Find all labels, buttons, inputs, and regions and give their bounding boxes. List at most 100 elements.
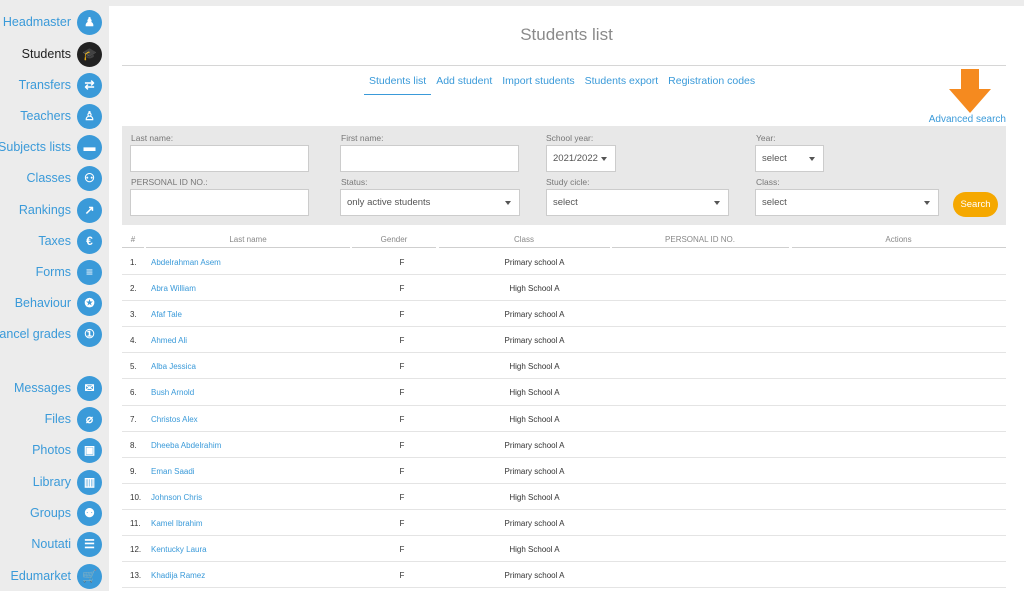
chevron-down-icon: [714, 201, 720, 205]
school-year-label: School year:: [546, 133, 594, 143]
study-cicle-label: Study cicle:: [546, 177, 590, 187]
sidebar-item-behaviour[interactable]: Behaviour ✪: [15, 289, 102, 317]
sidebar-item-photos[interactable]: Photos ▣: [32, 436, 102, 464]
first-name-label: First name:: [341, 133, 384, 143]
gender-cell: F: [399, 284, 405, 294]
class-cell: Primary school A: [504, 571, 565, 581]
sidebar-item-library[interactable]: Library ▥: [33, 468, 102, 496]
sidebar-item-noutati[interactable]: Noutati ☰: [31, 530, 102, 558]
sidebar-item-files[interactable]: Files ⌀: [45, 405, 102, 433]
student-name-link[interactable]: Dheeba Abdelrahim: [151, 441, 221, 450]
personal-id-label: PERSONAL ID NO.:: [131, 177, 208, 187]
student-name-link[interactable]: Johnson Chris: [151, 493, 202, 502]
last-name-input[interactable]: [130, 145, 309, 172]
sidebar-item-cancel-grades[interactable]: Cancel grades ①: [0, 320, 102, 348]
student-name-link[interactable]: Ahmed Ali: [151, 336, 187, 345]
sidebar-item-forms[interactable]: Forms ≡: [36, 258, 102, 286]
group-icon: ⚇: [77, 165, 102, 191]
sidebar-item-classes[interactable]: Classes ⚇: [27, 164, 102, 192]
sidebar-item-teachers[interactable]: Teachers ♙: [20, 102, 102, 130]
status-select[interactable]: only active students: [340, 189, 520, 216]
sidebar-item-rankings[interactable]: Rankings ↗: [19, 196, 102, 224]
teacher-icon: ♙: [77, 103, 102, 129]
row-number: 5.: [130, 362, 137, 372]
tab-import-students[interactable]: Import students: [497, 75, 579, 95]
student-name-link[interactable]: Kentucky Laura: [151, 545, 207, 554]
class-select[interactable]: select: [755, 189, 939, 216]
table-row: 5. Alba Jessica F High School A: [122, 353, 1006, 380]
row-number: 7.: [130, 414, 137, 424]
student-name-link[interactable]: Afaf Tale: [151, 310, 182, 319]
row-number: 1.: [130, 258, 137, 267]
checklist-icon: ≡: [77, 259, 102, 285]
sidebar-item-label: Rankings: [18, 203, 71, 217]
personal-id-input[interactable]: [130, 189, 309, 216]
sidebar-item-label: Subjects lists: [0, 140, 71, 154]
year-label: Year:: [756, 133, 776, 143]
first-name-input[interactable]: [340, 145, 519, 172]
class-cell: High School A: [509, 414, 560, 424]
sidebar-item-edumarket[interactable]: Edumarket 🛒: [11, 562, 102, 590]
student-name-link[interactable]: Abdelrahman Asem: [151, 258, 221, 267]
sidebar-item-label: Transfers: [18, 78, 71, 92]
tab-registration-codes[interactable]: Registration codes: [663, 75, 760, 95]
class-cell: Primary school A: [504, 258, 565, 267]
sidebar-item-label: Headmaster: [2, 15, 71, 29]
school-year-select[interactable]: 2021/2022: [546, 145, 616, 172]
class-cell: Primary school A: [504, 310, 565, 320]
class-label: Class:: [756, 177, 780, 187]
sidebar-item-label: Students: [21, 47, 71, 61]
sidebar-item-transfers[interactable]: Transfers ⇄: [19, 71, 102, 99]
tab-students-export[interactable]: Students export: [580, 75, 664, 95]
col-header-personal-id[interactable]: PERSONAL ID NO.: [611, 235, 789, 244]
class-cell: High School A: [509, 545, 560, 555]
sidebar-item-headmaster[interactable]: Headmaster ♟: [3, 8, 102, 36]
student-name-link[interactable]: Bush Arnold: [151, 388, 194, 397]
chevron-down-icon: [924, 201, 930, 205]
advanced-search-link[interactable]: Advanced search: [929, 114, 1006, 125]
sidebar-item-messages[interactable]: Messages ✉: [14, 374, 102, 402]
student-name-link[interactable]: Abra William: [151, 284, 196, 293]
student-name-link[interactable]: Christos Alex: [151, 415, 198, 424]
student-name-link[interactable]: Alba Jessica: [151, 362, 196, 371]
col-header-gender[interactable]: Gender: [351, 235, 437, 244]
gender-cell: F: [399, 362, 405, 372]
row-number: 2.: [130, 284, 137, 294]
table-row: 9. Eman Saadi F Primary school A: [122, 458, 1006, 484]
year-select[interactable]: select: [755, 145, 824, 172]
study-cicle-select[interactable]: select: [546, 189, 729, 216]
sidebar-item-subjects-lists[interactable]: Subjects lists ▬: [0, 133, 102, 161]
gender-cell: F: [399, 414, 405, 424]
col-header-last-name[interactable]: Last name: [145, 235, 351, 244]
sidebar-item-groups[interactable]: Groups ⚉: [30, 499, 102, 527]
sidebar-item-taxes[interactable]: Taxes €: [38, 227, 102, 255]
table-row: 4. Ahmed Ali F Primary school A: [122, 327, 1006, 354]
student-name-link[interactable]: Khadija Ramez: [151, 571, 205, 580]
student-name-link[interactable]: Kamel Ibrahim: [151, 519, 203, 528]
student-name-link[interactable]: Eman Saadi: [151, 467, 195, 476]
row-number: 3.: [130, 310, 137, 320]
table-header: # Last name Gender Class PERSONAL ID NO.…: [122, 235, 1006, 248]
search-button[interactable]: Search: [953, 192, 998, 217]
row-number: 13.: [130, 571, 142, 581]
tab-add-student[interactable]: Add student: [431, 75, 497, 95]
table-row: 11. Kamel Ibrahim F Primary school A: [122, 510, 1006, 537]
chevron-down-icon: [809, 157, 815, 161]
class-cell: Primary school A: [504, 466, 565, 476]
class-cell: Primary school A: [504, 518, 565, 528]
sidebar-item-label: Teachers: [20, 109, 71, 123]
sidebar-item-students[interactable]: Students 🎓: [22, 40, 102, 68]
col-header-class[interactable]: Class: [438, 235, 610, 244]
sidebar-item-label: Library: [32, 475, 71, 489]
sidebar-item-label: Cancel grades: [0, 327, 71, 341]
table-row: 8. Dheeba Abdelrahim F Primary school A: [122, 432, 1006, 458]
table-row: 1. Abdelrahman Asem F Primary school A: [122, 249, 1006, 276]
row-number: 8.: [130, 440, 137, 450]
class-cell: High School A: [509, 362, 560, 372]
paperclip-icon: ⌀: [77, 406, 102, 432]
tab-students-list[interactable]: Students list: [364, 75, 432, 95]
header-underline: [352, 247, 436, 248]
gender-cell: F: [399, 545, 405, 555]
page-title: Students list: [520, 25, 613, 44]
table-row: 3. Afaf Tale F Primary school A: [122, 301, 1006, 328]
